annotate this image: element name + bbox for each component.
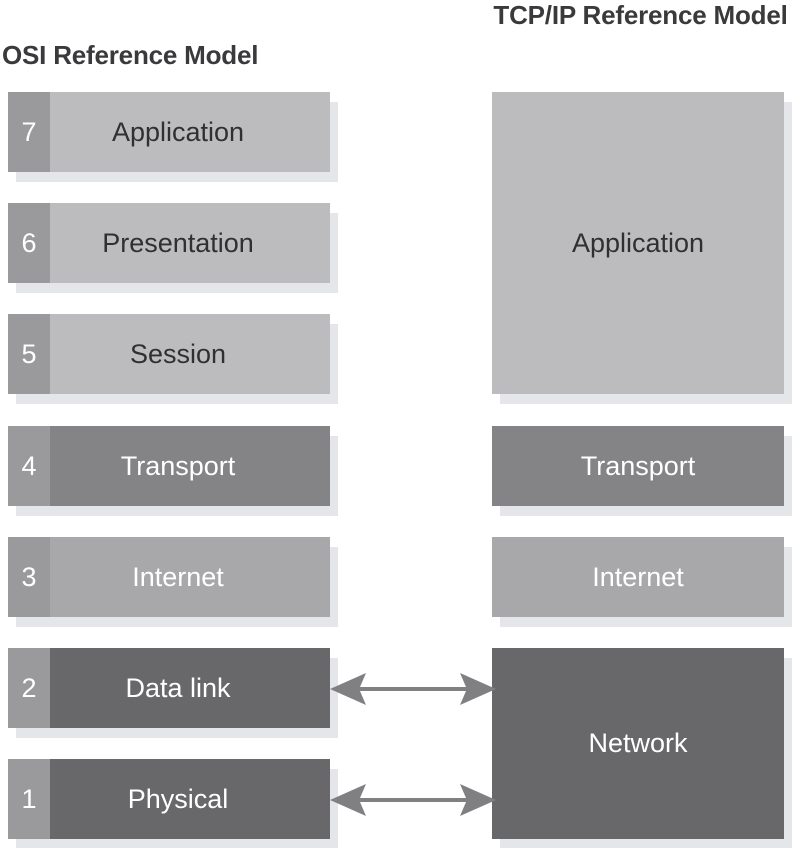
osi-layer-1-physical[interactable]: 1 Physical [8, 759, 338, 848]
double-arrow-data-link-network [330, 673, 496, 705]
osi-layer-3-internet[interactable]: 3 Internet [8, 537, 338, 627]
osi-layer-number: 2 [8, 648, 50, 728]
osi-layer-number: 5 [8, 314, 50, 394]
tcpip-layer-transport[interactable]: Transport [492, 426, 792, 516]
osi-layer-number: 6 [8, 203, 50, 283]
osi-layer-5-session[interactable]: 5 Session [8, 314, 338, 404]
osi-layer-label: Session [50, 314, 330, 394]
osi-layer-2-data-link[interactable]: 2 Data link [8, 648, 338, 738]
tcpip-column-heading: TCP/IP Reference Model [493, 0, 788, 30]
osi-layer-number: 3 [8, 537, 50, 617]
osi-layer-4-transport[interactable]: 4 Transport [8, 426, 338, 516]
tcpip-layer-label: Application [571, 227, 705, 258]
tcpip-layer-label: Network [588, 728, 688, 758]
tcpip-layer-label: Transport [580, 450, 696, 481]
osi-layer-7-application[interactable]: 7 Application [8, 92, 338, 182]
osi-layer-label: Data link [50, 648, 330, 728]
osi-layer-number: 1 [8, 759, 50, 839]
osi-layer-label: Application [50, 92, 330, 172]
osi-column-heading: OSI Reference Model [2, 40, 259, 70]
osi-layer-label: Presentation [50, 203, 330, 283]
osi-layer-label: Physical [50, 759, 330, 839]
tcpip-layer-label: Internet [592, 561, 684, 592]
tcpip-layer-application[interactable]: Application [492, 92, 792, 404]
osi-layer-6-presentation[interactable]: 6 Presentation [8, 203, 338, 293]
osi-layer-number: 7 [8, 92, 50, 172]
osi-tcpip-comparison-diagram: OSI Reference Model TCP/IP Reference Mod… [0, 0, 801, 848]
osi-layer-label: Internet [50, 537, 330, 617]
osi-layer-number: 4 [8, 426, 50, 506]
osi-layer-label: Transport [50, 426, 330, 506]
double-arrow-physical-network [330, 784, 496, 816]
tcpip-layer-network[interactable]: Network [492, 648, 792, 848]
tcpip-layer-internet[interactable]: Internet [492, 537, 792, 627]
